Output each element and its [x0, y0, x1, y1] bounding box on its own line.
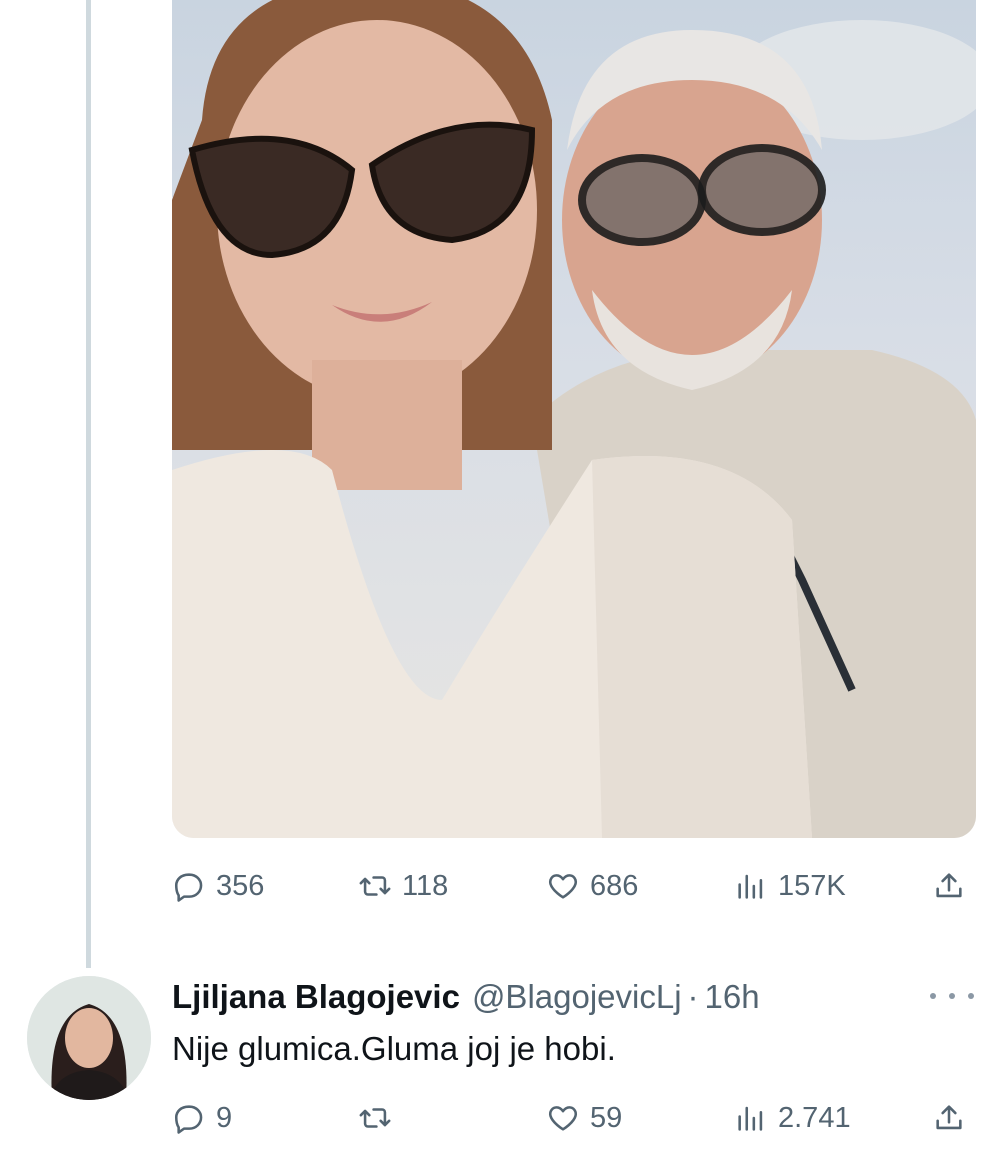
timestamp[interactable]: 16h [705, 978, 760, 1016]
share-button[interactable] [932, 1096, 966, 1140]
like-icon [548, 874, 578, 899]
repost-icon [359, 876, 391, 896]
photo-illustration [172, 0, 976, 838]
separator: · [687, 978, 699, 1015]
reply-count: 356 [216, 869, 265, 902]
repost-button[interactable]: 118 [358, 864, 448, 908]
thread-line [86, 0, 91, 968]
views-button[interactable]: 157K [734, 864, 846, 908]
repost-count: 118 [402, 869, 449, 902]
author-handle[interactable]: @BlagojevicLj [472, 978, 682, 1016]
like-count: 59 [590, 1101, 623, 1134]
views-count: 157K [778, 869, 846, 902]
repost-button[interactable] [358, 1096, 402, 1140]
avatar-image [27, 976, 151, 1100]
views-icon [738, 874, 763, 899]
reply-icon [174, 873, 203, 902]
like-count: 686 [590, 869, 639, 902]
views-icon [738, 1106, 763, 1131]
reply-count: 9 [216, 1101, 233, 1134]
views-button[interactable]: 2.741 [734, 1096, 851, 1140]
repost-icon [359, 1108, 391, 1128]
like-icon [548, 1106, 578, 1131]
author-name[interactable]: Ljiljana Blagojevic [172, 978, 460, 1016]
more-icon[interactable] [930, 986, 974, 1006]
like-button[interactable]: 59 [546, 1096, 622, 1140]
tweet-actions: 356 118 686 157K [172, 864, 978, 908]
reply-header: Ljiljana Blagojevic @BlagojevicLj · 16h [172, 972, 760, 1022]
reply-tweet[interactable]: Ljiljana Blagojevic @BlagojevicLj · 16h … [0, 968, 1000, 1165]
avatar[interactable] [27, 976, 151, 1100]
share-icon [936, 873, 962, 898]
reply-button[interactable]: 356 [172, 864, 264, 908]
reply-button[interactable]: 9 [172, 1096, 232, 1140]
tweet-photo[interactable] [172, 0, 976, 838]
reply-text: Nije glumica.Gluma joj je hobi. [172, 1030, 616, 1067]
views-count: 2.741 [778, 1101, 851, 1134]
reply-icon [174, 1105, 203, 1134]
like-button[interactable]: 686 [546, 864, 638, 908]
share-icon [936, 1105, 962, 1130]
reply-actions: 9 59 2.741 [172, 1096, 978, 1140]
share-button[interactable] [932, 864, 966, 908]
